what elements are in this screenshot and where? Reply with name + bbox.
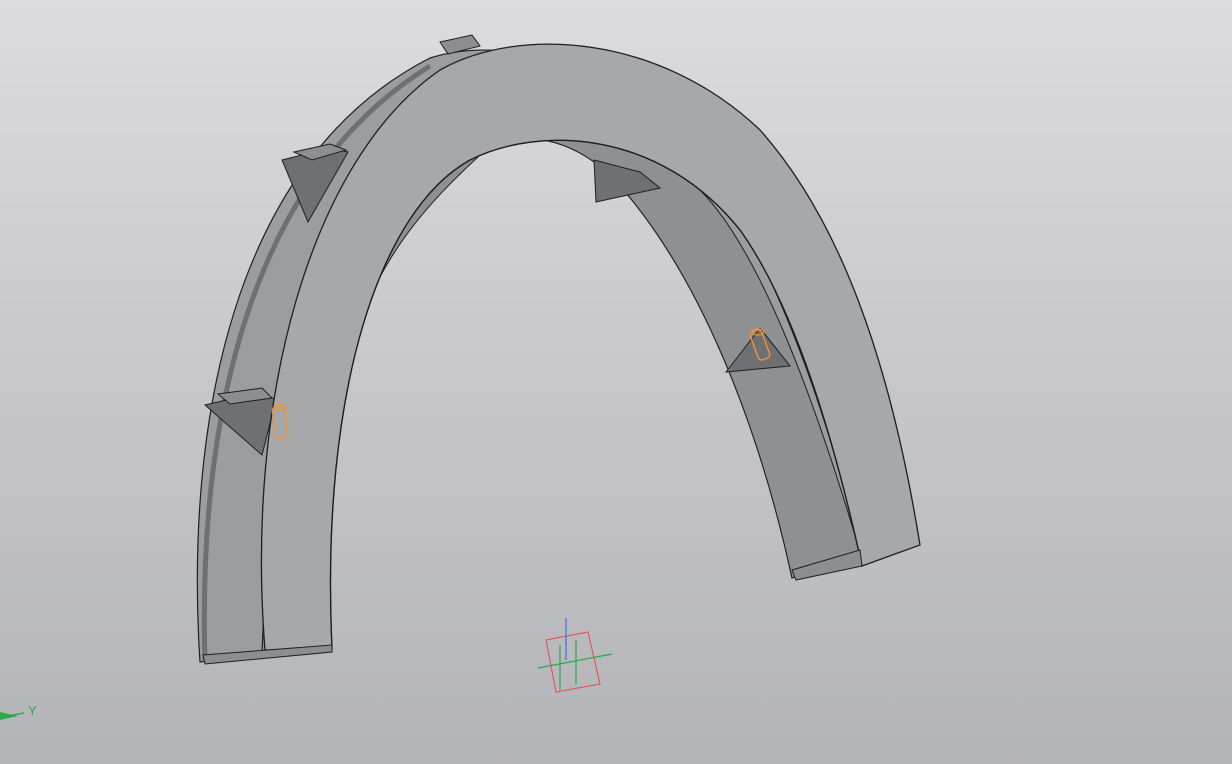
cad-viewport[interactable] (0, 0, 1232, 764)
y-axis-label: Y (28, 703, 37, 718)
y-axis-arrow-icon (0, 712, 25, 720)
origin-triad-icon (537, 618, 613, 693)
